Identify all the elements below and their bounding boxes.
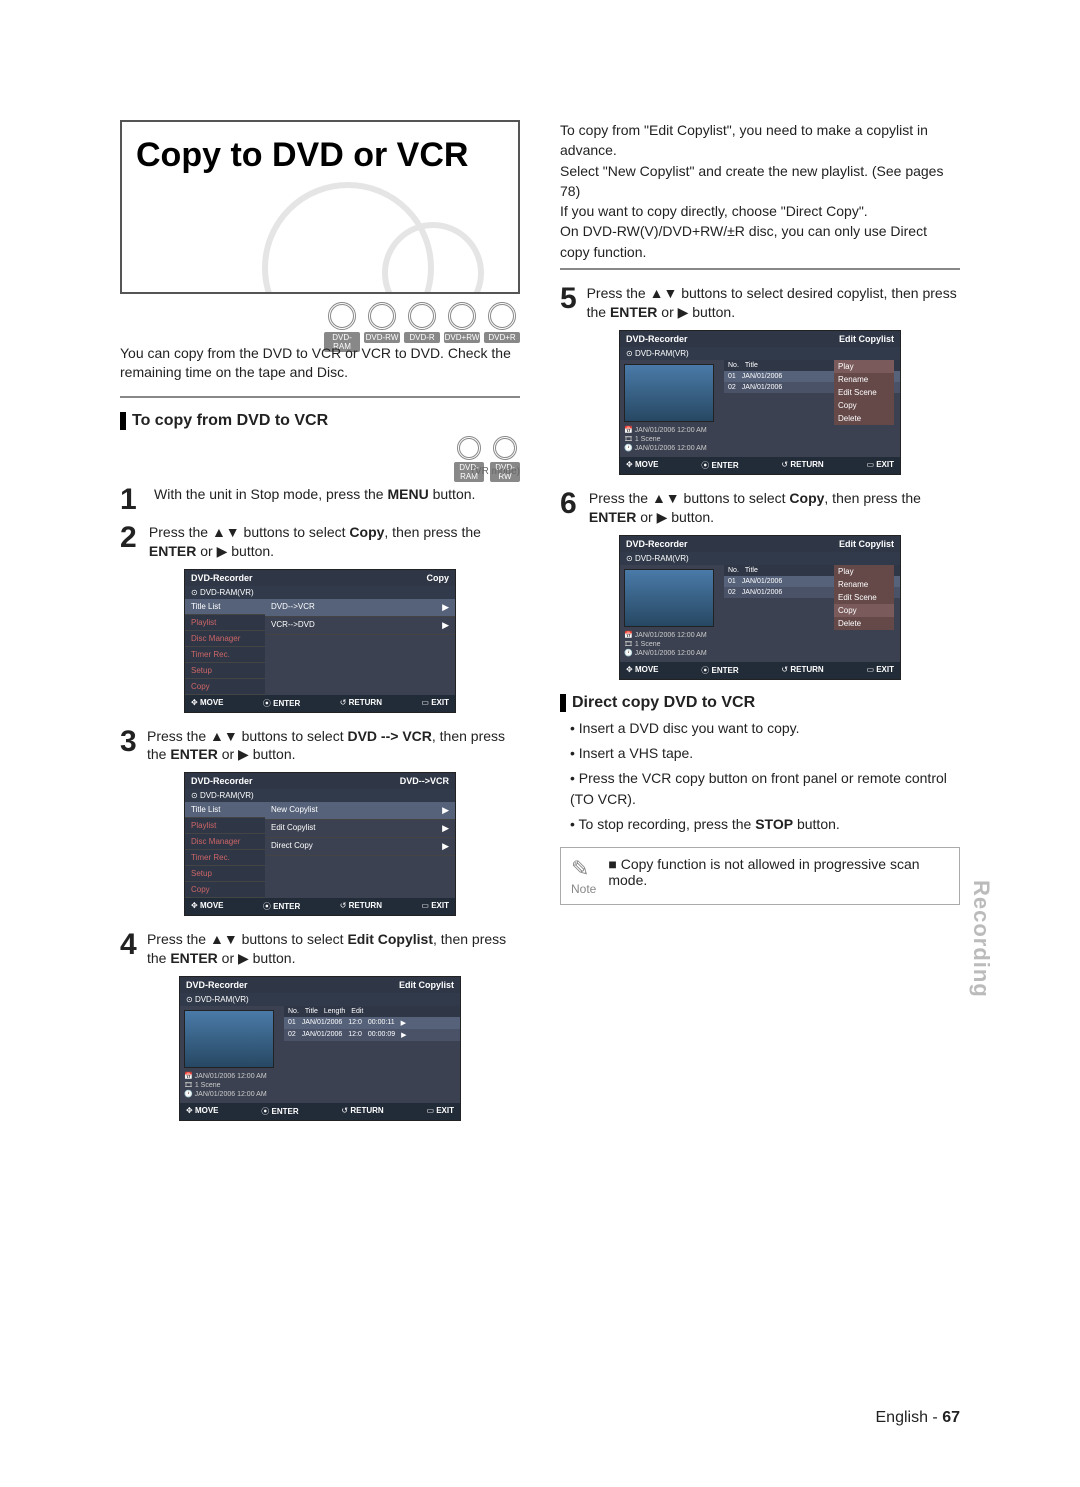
disc-badge: DVD-R [404,302,440,334]
step-text: Press the ▲▼ buttons to select desired c… [587,284,960,322]
step-number: 1 [120,485,146,515]
section-side-tab: Recording [968,880,994,998]
step-text: Press the ▲▼ buttons to select Copy, the… [589,489,960,527]
step-number: 4 [120,930,139,960]
note-hand-icon: ✎ [571,856,596,882]
disc-badge: DVD+R [484,302,520,334]
osd-screenshot-copy: DVD-RecorderCopy ⊙ DVD-RAM(VR) Title Lis… [184,569,456,713]
right-column: To copy from "Edit Copylist", you need t… [560,120,960,1135]
heading-bar [120,412,126,430]
step-2: 2 Press the ▲▼ buttons to select Copy, t… [120,523,520,561]
section-heading-2: Direct copy DVD to VCR [560,694,960,712]
step-6: 6 Press the ▲▼ buttons to select Copy, t… [560,489,960,527]
step-number: 2 [120,523,141,553]
mini-disc-badges: DVD-RAMDVD-RW [120,436,520,464]
osd-screenshot-popup-play: DVD-RecorderEdit Copylist ⊙ DVD-RAM(VR) … [619,330,901,475]
divider [560,268,960,270]
step-text: Press the ▲▼ buttons to select DVD --> V… [147,727,520,765]
preview-thumb [624,364,714,422]
title-box: Copy to DVD or VCR [120,120,520,294]
preview-thumb [184,1010,274,1068]
osd-screenshot-edit-copylist: DVD-RecorderEdit Copylist ⊙ DVD-RAM(VR) … [179,976,461,1121]
note-text: ■ Copy function is not allowed in progre… [608,856,949,888]
disc-badges: DVD-RAMDVD-RWDVD-RDVD+RWDVD+R [120,302,520,334]
direct-copy-bullets: Insert a DVD disc you want to copy.Inser… [560,718,960,835]
step-text: With the unit in Stop mode, press the ME… [154,485,475,504]
heading-text: Direct copy DVD to VCR [572,694,755,712]
page-title: Copy to DVD or VCR [136,136,504,175]
step-1: 1 With the unit in Stop mode, press the … [120,485,520,515]
heading-bar [560,694,566,712]
intro-text: You can copy from the DVD to VCR or VCR … [120,344,520,382]
disc-badge: DVD-RW [364,302,400,334]
disc-badge: DVD-RW [490,436,520,464]
disc-badge: DVD+RW [444,302,480,334]
section-heading-1: To copy from DVD to VCR [120,412,520,430]
divider [120,396,520,398]
preview-thumb [624,569,714,627]
step-5: 5 Press the ▲▼ buttons to select desired… [560,284,960,322]
osd-screenshot-dvd-vcr: DVD-RecorderDVD-->VCR ⊙ DVD-RAM(VR) Titl… [184,772,456,916]
right-intro: To copy from "Edit Copylist", you need t… [560,120,960,262]
step-number: 6 [560,489,581,519]
note-box: ✎ Note ■ Copy function is not allowed in… [560,847,960,905]
osd-screenshot-popup-copy: DVD-RecorderEdit Copylist ⊙ DVD-RAM(VR) … [619,535,901,680]
step-3: 3 Press the ▲▼ buttons to select DVD -->… [120,727,520,765]
step-text: Press the ▲▼ buttons to select Edit Copy… [147,930,520,968]
left-column: Copy to DVD or VCR DVD-RAMDVD-RWDVD-RDVD… [120,120,520,1135]
heading-text: To copy from DVD to VCR [132,412,328,430]
step-number: 3 [120,727,139,757]
manual-page: Copy to DVD or VCR DVD-RAMDVD-RWDVD-RDVD… [0,0,1080,1487]
note-label: Note [571,882,596,896]
disc-badge: DVD-RAM [324,302,360,334]
step-text: Press the ▲▼ buttons to select Copy, the… [149,523,520,561]
disc-badge: DVD-RAM [454,436,484,464]
page-footer: English - 67 [876,1409,961,1427]
step-number: 5 [560,284,579,314]
step-4: 4 Press the ▲▼ buttons to select Edit Co… [120,930,520,968]
